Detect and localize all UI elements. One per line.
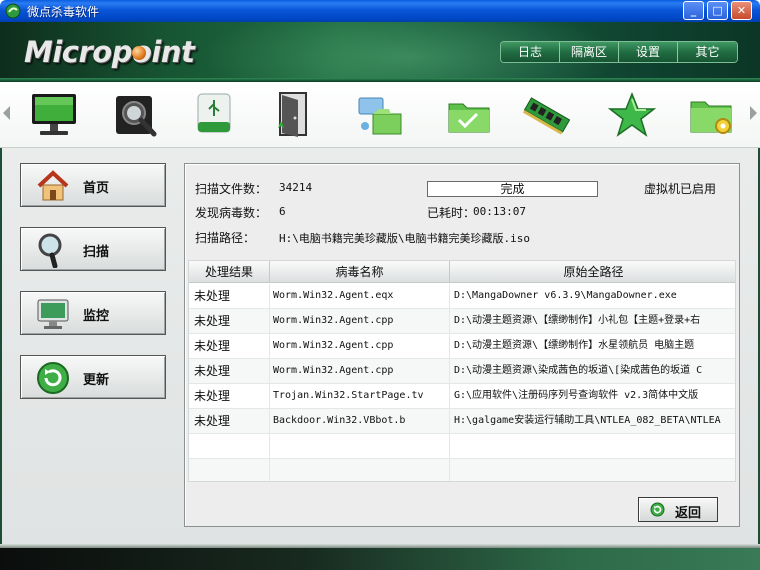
main-area: 首页 扫描 监控 更新 扫描文件数： 34214 完成 虚拟机已启用 发现病毒数… bbox=[0, 148, 760, 544]
sidebar-item-monitor[interactable]: 监控 bbox=[20, 291, 166, 335]
logo-dot-icon bbox=[132, 46, 146, 60]
progress-text: 完成 bbox=[500, 182, 525, 196]
maximize-button[interactable]: □ bbox=[707, 1, 728, 20]
cell-virus-name: Trojan.Win32.StartPage.tv bbox=[270, 384, 450, 408]
cell-result: 未处理 bbox=[189, 309, 270, 333]
icon-toolbar bbox=[0, 82, 760, 148]
network-folder-icon[interactable] bbox=[355, 90, 407, 140]
empty-cell bbox=[189, 459, 270, 481]
usb-drive-icon[interactable] bbox=[190, 90, 242, 140]
minimize-button[interactable]: _ bbox=[683, 1, 704, 20]
cell-path: H:\galgame安装运行辅助工具\NTLEA_082_BETA\NTLEA bbox=[454, 415, 721, 426]
refresh-icon bbox=[37, 362, 69, 394]
empty-row bbox=[189, 434, 735, 459]
folder-check-icon[interactable] bbox=[443, 90, 495, 140]
scan-path-label: 扫描路径： bbox=[195, 231, 256, 245]
empty-cell bbox=[270, 459, 450, 481]
micropoint-logo: Micropoint bbox=[24, 35, 195, 69]
column-header-path[interactable]: 原始全路径 bbox=[450, 261, 735, 283]
cell-path: G:\应用软件\注册码序列号查询软件 v2.3简体中文版 bbox=[454, 390, 699, 401]
door-icon[interactable] bbox=[268, 90, 320, 140]
scan-result-panel: 扫描文件数： 34214 完成 虚拟机已启用 发现病毒数： 6 已耗时： 00:… bbox=[184, 163, 740, 527]
sidebar-item-label: 首页 bbox=[83, 181, 110, 196]
sidebar-item-scan[interactable]: 扫描 bbox=[20, 227, 166, 271]
scroll-left-icon[interactable] bbox=[3, 106, 10, 120]
viruses-found-label: 发现病毒数： bbox=[195, 206, 268, 220]
scan-disk-icon[interactable] bbox=[110, 90, 162, 140]
cell-result: 未处理 bbox=[189, 359, 270, 383]
sidebar-item-home[interactable]: 首页 bbox=[20, 163, 166, 207]
cell-path: D:\MangaDowner v6.3.9\MangaDowner.exe bbox=[454, 290, 677, 301]
cell-result: 未处理 bbox=[189, 284, 270, 308]
cell-virus-name: Worm.Win32.Agent.eqx bbox=[270, 284, 450, 308]
app-icon bbox=[5, 3, 21, 19]
monitor-icon bbox=[37, 299, 69, 329]
scan-progress-bar: 完成 bbox=[427, 181, 598, 197]
table-row[interactable]: 未处理 Trojan.Win32.StartPage.tv G:\应用软件\注册… bbox=[189, 384, 735, 409]
empty-cell bbox=[450, 434, 735, 458]
cell-result: 未处理 bbox=[189, 384, 270, 408]
back-icon bbox=[650, 502, 665, 517]
cell-virus-name: Worm.Win32.Agent.cpp bbox=[270, 359, 450, 383]
cell-result: 未处理 bbox=[189, 334, 270, 358]
elapsed-value: 00:13:07 bbox=[473, 205, 526, 218]
nav-log[interactable]: 日志 bbox=[501, 42, 560, 62]
vm-status: 虚拟机已启用 bbox=[644, 182, 717, 196]
empty-cell bbox=[450, 459, 735, 481]
cell-path: D:\动漫主题资源\染成茜色的坂道\[染成茜色的坂道 C bbox=[454, 365, 703, 376]
memory-icon[interactable] bbox=[521, 90, 573, 140]
cell-virus-name: Worm.Win32.Agent.cpp bbox=[270, 334, 450, 358]
cell-virus-name: Backdoor.Win32.VBbot.b bbox=[270, 409, 450, 433]
window-title: 微点杀毒软件 bbox=[27, 5, 100, 19]
magnifier-icon bbox=[38, 233, 62, 268]
scan-path-value: H:\电脑书籍完美珍藏版\电脑书籍完美珍藏版.iso bbox=[279, 232, 530, 245]
back-button-label: 返回 bbox=[675, 506, 702, 521]
folder-settings-icon[interactable] bbox=[685, 90, 737, 140]
back-button[interactable]: 返回 bbox=[638, 497, 718, 522]
files-scanned-value: 34214 bbox=[279, 181, 313, 194]
nav-other[interactable]: 其它 bbox=[678, 42, 737, 62]
cell-result: 未处理 bbox=[189, 409, 270, 433]
top-nav: 日志 隔离区 设置 其它 bbox=[500, 41, 738, 63]
empty-cell bbox=[189, 434, 270, 458]
table-row[interactable]: 未处理 Worm.Win32.Agent.cpp D:\动漫主题资源\【缥缈制作… bbox=[189, 309, 735, 334]
results-table: 处理结果 病毒名称 原始全路径 未处理 Worm.Win32.Agent.eqx… bbox=[188, 260, 736, 482]
table-row[interactable]: 未处理 Worm.Win32.Agent.cpp D:\动漫主题资源\【缥缈制作… bbox=[189, 334, 735, 359]
nav-settings[interactable]: 设置 bbox=[619, 42, 678, 62]
monitor-icon[interactable] bbox=[28, 90, 80, 140]
nav-quarantine[interactable]: 隔离区 bbox=[560, 42, 619, 62]
table-row[interactable]: 未处理 Worm.Win32.Agent.eqx D:\MangaDowner … bbox=[189, 284, 735, 309]
cell-path: D:\动漫主题资源\【缥缈制作】水星领航员 电脑主题 bbox=[454, 340, 695, 351]
elapsed-label: 已耗时： bbox=[427, 206, 476, 220]
header-banner: Micropoint 日志 隔离区 设置 其它 bbox=[0, 22, 760, 82]
home-icon bbox=[37, 170, 69, 201]
sidebar-item-label: 监控 bbox=[83, 309, 110, 324]
empty-cell bbox=[270, 434, 450, 458]
sidebar-item-label: 扫描 bbox=[83, 245, 110, 260]
cell-virus-name: Worm.Win32.Agent.cpp bbox=[270, 309, 450, 333]
column-header-virus-name[interactable]: 病毒名称 bbox=[270, 261, 450, 283]
star-icon[interactable] bbox=[606, 90, 658, 140]
table-row[interactable]: 未处理 Backdoor.Win32.VBbot.b H:\galgame安装运… bbox=[189, 409, 735, 434]
viruses-found-value: 6 bbox=[279, 205, 286, 218]
table-row[interactable]: 未处理 Worm.Win32.Agent.cpp D:\动漫主题资源\染成茜色的… bbox=[189, 359, 735, 384]
sidebar-item-update[interactable]: 更新 bbox=[20, 355, 166, 399]
column-header-result[interactable]: 处理结果 bbox=[189, 261, 270, 283]
title-bar[interactable]: 微点杀毒软件 _ □ ✕ bbox=[0, 0, 760, 22]
sidebar-item-label: 更新 bbox=[83, 373, 110, 388]
files-scanned-label: 扫描文件数： bbox=[195, 182, 268, 196]
footer-bar bbox=[0, 544, 760, 570]
table-header: 处理结果 病毒名称 原始全路径 bbox=[189, 261, 735, 283]
empty-row bbox=[189, 459, 735, 481]
cell-path: D:\动漫主题资源\【缥缈制作】小礼包【主题+登录+右 bbox=[454, 315, 701, 326]
scroll-right-icon[interactable] bbox=[750, 106, 757, 120]
close-button[interactable]: ✕ bbox=[731, 1, 752, 20]
